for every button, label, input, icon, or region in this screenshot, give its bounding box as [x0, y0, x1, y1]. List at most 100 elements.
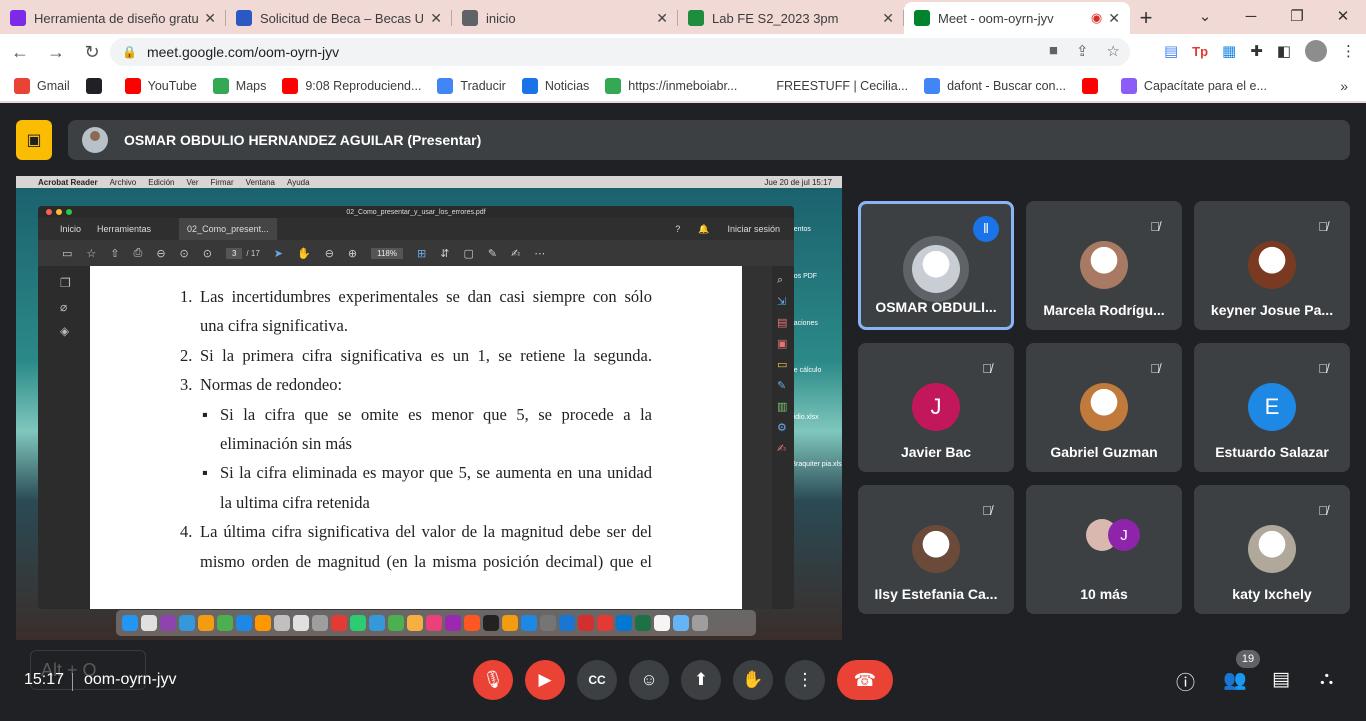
bookmark-item[interactable]: Noticias: [521, 77, 589, 94]
menubar-app: Acrobat Reader: [38, 177, 98, 187]
participant-tile[interactable]: 🎙̸ Gabriel Guzman: [1026, 343, 1182, 472]
edit-icon: [1120, 77, 1137, 94]
participant-name: Gabriel Guzman: [1050, 444, 1158, 460]
new-tab-button[interactable]: +: [1130, 2, 1162, 34]
mic-muted-icon: 🎙̸: [974, 497, 1000, 523]
globe-dark-icon: [85, 77, 102, 94]
close-tab-icon[interactable]: ✕: [204, 10, 216, 27]
bookmark-label: FREESTUFF | Cecilia...: [776, 78, 909, 93]
present-icon: ⬆: [693, 670, 709, 689]
docs-extension-icon[interactable]: ▤: [1164, 42, 1178, 60]
bookmark-item[interactable]: FREESTUFF | Cecilia...: [753, 77, 909, 94]
bookmark-item[interactable]: Maps: [212, 77, 266, 94]
document-line: La última cifra significativa del valor …: [200, 522, 652, 542]
chat-icon[interactable]: ▤: [1272, 668, 1290, 691]
minimize-button[interactable]: ─: [1228, 0, 1274, 32]
zoom-out-icon: ⊖: [156, 247, 166, 260]
bookmark-item[interactable]: Gmail: [14, 77, 70, 94]
people-icon[interactable]: 👥: [1223, 668, 1247, 692]
avatar: J: [912, 383, 960, 431]
profile-avatar[interactable]: [1305, 40, 1327, 62]
tp-extension-icon[interactable]: Tp: [1192, 44, 1208, 59]
bookmark-item[interactable]: https://inmeboiabr...: [605, 77, 737, 94]
participant-tile[interactable]: 🎙̸ keyner Josue Pa...: [1194, 201, 1350, 330]
document-line: Normas de redondeo:: [200, 375, 343, 395]
signin-link: Iniciar sesión: [727, 224, 780, 234]
participant-tile[interactable]: 🎙̸ Marcela Rodrígu...: [1026, 201, 1182, 330]
bookmark-item[interactable]: Traducir: [437, 77, 506, 94]
participant-count-badge: 19: [1236, 650, 1260, 668]
protect-icon: ⚙: [777, 422, 787, 434]
share-icon[interactable]: ⇪: [1076, 42, 1089, 60]
list-marker: ▪: [202, 463, 208, 483]
restore-button[interactable]: ❐: [1274, 0, 1320, 32]
browser-tab[interactable]: Lab FE S2_2023 3pm ✕: [678, 2, 904, 34]
emoji-button[interactable]: ☺: [629, 660, 669, 700]
participant-tile[interactable]: J 10 más: [1026, 485, 1182, 614]
dock-app-icon: [654, 615, 670, 631]
lock-icon[interactable]: 🔒: [122, 45, 137, 59]
present-button[interactable]: ⬆: [681, 660, 721, 700]
bookmark-item[interactable]: [1081, 77, 1105, 94]
bookmark-item[interactable]: YouTube: [124, 77, 197, 94]
raise-hand-button[interactable]: ✋: [733, 660, 773, 700]
page-up-icon: ⊙: [179, 247, 189, 260]
puzzle-icon[interactable]: ✚: [1250, 42, 1263, 60]
bookmark-star-icon[interactable]: ☆: [1107, 42, 1120, 60]
menu-icon[interactable]: ⋮: [1341, 42, 1356, 60]
bookmarks-overflow-icon[interactable]: »: [1340, 78, 1348, 94]
close-window-button[interactable]: ✕: [1320, 0, 1366, 32]
dock-app-icon: [160, 615, 176, 631]
pdf-icon: ▣: [777, 338, 788, 350]
camera-off-icon: ▶: [538, 670, 552, 689]
mic-muted-icon: 🎙̸: [1310, 213, 1336, 239]
becas-icon: [236, 10, 252, 26]
search-icon: ⌕: [777, 274, 784, 286]
close-tab-icon[interactable]: ✕: [656, 10, 668, 27]
activities-icon[interactable]: ⛬: [1320, 668, 1333, 690]
bookmark-item[interactable]: dafont - Buscar con...: [924, 77, 1066, 94]
reader-titlebar: 02_Como_presentar_y_usar_los_errores.pdf: [38, 206, 794, 218]
dock-app-icon: [141, 615, 157, 631]
browser-tab[interactable]: Solicitud de Beca – Becas US/ ✕: [226, 2, 452, 34]
mic-off-button[interactable]: 🎙: [473, 660, 513, 700]
presentation-icon[interactable]: ▣: [16, 120, 52, 160]
document-line: Las incertidumbres experimentales se dan…: [200, 287, 652, 306]
menubar-item: Edición: [148, 177, 175, 187]
close-tab-icon[interactable]: ✕: [882, 10, 894, 27]
leave-call-button[interactable]: ☎: [837, 660, 893, 700]
hangup-icon: ☎: [853, 669, 877, 690]
print-icon: ⎙: [133, 246, 143, 259]
browser-tab[interactable]: inicio ✕: [452, 2, 678, 34]
bookmark-item[interactable]: [85, 77, 109, 94]
close-tab-icon[interactable]: ✕: [430, 10, 442, 27]
participant-tile[interactable]: 🎙̸ katy Ixchely: [1194, 485, 1350, 614]
participant-tile[interactable]: 🎙̸ Ilsy Estefania Ca...: [858, 485, 1014, 614]
page-number: 3: [225, 247, 243, 259]
camera-off-button[interactable]: ▶: [525, 660, 565, 700]
participant-tile[interactable]: J 🎙̸ Javier Bac: [858, 343, 1014, 472]
browser-chrome: Herramienta de diseño gratu ✕ Solicitud …: [0, 0, 1366, 103]
info-icon[interactable]: ⓘ: [1176, 668, 1195, 695]
grid-extension-icon[interactable]: ▦: [1222, 42, 1236, 60]
reload-button[interactable]: ↻: [76, 36, 108, 68]
back-button[interactable]: ←: [4, 36, 36, 68]
participant-name: Ilsy Estefania Ca...: [874, 586, 998, 602]
participant-name: keyner Josue Pa...: [1210, 302, 1334, 318]
tab-search-icon[interactable]: ⌄: [1182, 0, 1228, 32]
captions-button[interactable]: CC: [577, 660, 617, 700]
bookmark-item[interactable]: Capacítate para el e...: [1120, 77, 1267, 94]
url-text: meet.google.com/oom-oyrn-jyv: [146, 44, 340, 60]
participant-tile[interactable]: ⦀ OSMAR OBDULI...: [858, 201, 1014, 330]
camera-blocked-icon[interactable]: ■: [1049, 42, 1058, 60]
side-panel-icon[interactable]: ◧: [1277, 42, 1291, 60]
bookmark-item[interactable]: 9:08 Reproduciend...: [282, 77, 421, 94]
more-options-button[interactable]: ⋮: [785, 660, 825, 700]
browser-tab[interactable]: Meet - oom-oyrn-jyv ◉ ✕: [904, 2, 1130, 34]
address-bar[interactable]: 🔒 meet.google.com/oom-oyrn-jyv ■ ⇪ ☆: [110, 38, 1130, 66]
participant-tile[interactable]: E 🎙̸ Estuardo Salazar: [1194, 343, 1350, 472]
close-tab-icon[interactable]: ✕: [1108, 10, 1120, 27]
avatar: [1248, 241, 1296, 289]
forward-button[interactable]: →: [40, 36, 72, 68]
browser-tab[interactable]: Herramienta de diseño gratu ✕: [0, 2, 226, 34]
